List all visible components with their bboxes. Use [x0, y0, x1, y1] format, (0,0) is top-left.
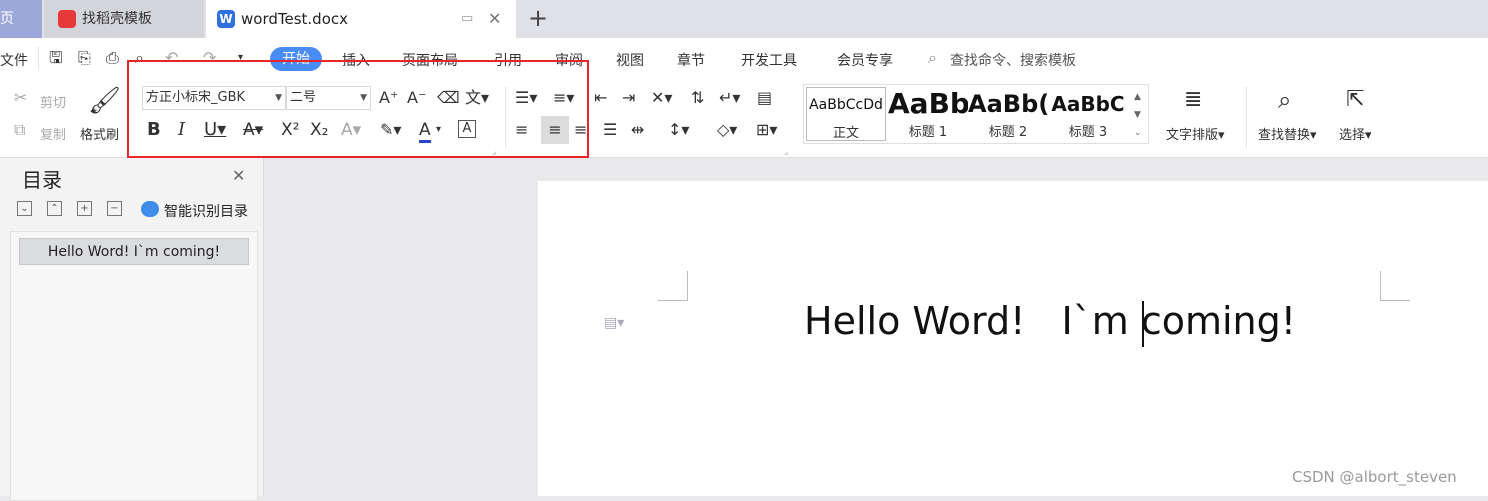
format-painter-icon[interactable]: 🖌	[88, 86, 121, 116]
chinese-layout-icon[interactable]: ✕▾	[651, 88, 672, 108]
style-heading-3-name: 标题 3	[1068, 125, 1108, 140]
tab-home[interactable]: 页	[0, 0, 42, 38]
document-text[interactable]: Hello Word! I`m coming!	[804, 299, 1296, 343]
toc-list: Hello Word! I`m coming!	[10, 231, 258, 501]
menu-divider	[38, 46, 39, 70]
toc-item[interactable]: Hello Word! I`m coming!	[19, 238, 249, 265]
menu-file[interactable]: 文件	[0, 50, 28, 70]
paragraph-handle-icon[interactable]: ▤▾	[604, 313, 624, 333]
line-spacing-icon[interactable]: ↕▾	[668, 120, 689, 140]
float-window-icon[interactable]: ▭	[461, 0, 473, 38]
style-heading-2[interactable]: AaBb( 标题 2	[968, 87, 1048, 143]
cut-icon[interactable]: ✂	[14, 88, 27, 108]
docer-logo-icon	[58, 10, 76, 28]
document-page[interactable]: ▤▾ Hello Word! I`m coming!	[538, 181, 1488, 496]
style-heading-2-sample: AaBb(	[968, 90, 1048, 118]
tab-home-label: 页	[0, 11, 14, 27]
close-tab-icon[interactable]: ✕	[488, 0, 501, 38]
find-replace-label[interactable]: 查找替换▾	[1258, 124, 1317, 143]
command-search[interactable]: 查找命令、搜索模板	[950, 50, 1076, 70]
search-icon: ⌕	[928, 48, 937, 67]
tab-templates-label: 找稻壳模板	[82, 11, 152, 27]
text-layout-text: 文字排版	[1166, 128, 1219, 143]
select-cursor-icon[interactable]: ⇱	[1346, 86, 1364, 114]
style-heading-3-sample: AaBbC	[1051, 92, 1125, 116]
watermark: CSDN @albort_steven	[1292, 468, 1457, 486]
decrease-indent-icon[interactable]: ⇤	[594, 88, 607, 108]
text-caret	[1142, 301, 1144, 347]
save-icon[interactable]: 🖫	[49, 48, 63, 68]
writer-doc-icon: W	[217, 10, 235, 28]
close-icon[interactable]: ✕	[232, 166, 245, 185]
menu-member[interactable]: 会员专享	[837, 50, 893, 70]
distributed-icon[interactable]: ⇹	[631, 120, 644, 140]
style-heading-1[interactable]: AaBb 标题 1	[888, 87, 968, 143]
print-icon[interactable]: ⎙	[106, 48, 119, 68]
style-heading-2-name: 标题 2	[988, 125, 1028, 140]
borders-icon[interactable]: ⊞▾	[756, 120, 777, 140]
select-label[interactable]: 选择▾	[1339, 124, 1372, 143]
format-painter-label[interactable]: 格式刷	[80, 124, 119, 143]
group-divider	[1246, 86, 1247, 148]
style-heading-3[interactable]: AaBbC 标题 3	[1048, 87, 1128, 143]
tab-templates[interactable]: 找稻壳模板	[44, 0, 204, 38]
sort-icon[interactable]: ⇅	[691, 88, 704, 108]
tab-bar: 页 找稻壳模板 W wordTest.docx ▭ ✕ +	[0, 0, 1488, 38]
style-normal[interactable]: AaBbCcDd 正文	[806, 87, 886, 141]
menu-view[interactable]: 视图	[616, 50, 644, 70]
style-heading-1-sample: AaBb	[888, 87, 968, 120]
style-heading-1-name: 标题 1	[908, 125, 948, 140]
copy-icon[interactable]: ⧉	[14, 120, 25, 140]
paragraph-dialog-launcher-icon[interactable]: ⌟	[784, 142, 788, 162]
add-level-icon[interactable]: +	[77, 201, 92, 216]
export-pdf-icon[interactable]: ⎘	[78, 48, 91, 68]
menu-devtools[interactable]: 开发工具	[741, 50, 797, 70]
style-normal-sample: AaBbCcDd	[809, 97, 883, 113]
cut-label[interactable]: 剪切	[40, 92, 66, 111]
margin-corner-top-left	[658, 271, 688, 301]
style-normal-name: 正文	[832, 126, 859, 141]
gallery-up-icon[interactable]: ▲	[1134, 87, 1141, 107]
tab-document-label: wordTest.docx	[241, 10, 348, 28]
styles-gallery: AaBbCcDd 正文 AaBb 标题 1 AaBb( 标题 2 AaBbC 标…	[803, 84, 1149, 144]
text-layout-icon[interactable]: ≣	[1184, 86, 1202, 114]
tab-document[interactable]: W wordTest.docx ▭ ✕	[206, 0, 516, 38]
copy-label[interactable]: 复制	[40, 124, 66, 143]
gallery-more-icon[interactable]: ⌄	[1134, 123, 1142, 143]
collapse-all-icon[interactable]: ⌄	[17, 201, 32, 216]
find-icon[interactable]: ⌕	[1278, 86, 1291, 114]
highlight-box	[127, 60, 589, 158]
find-replace-text: 查找替换	[1258, 128, 1311, 143]
remove-level-icon[interactable]: −	[107, 201, 122, 216]
shading-icon[interactable]: ◇▾	[717, 120, 737, 140]
text-layout-label[interactable]: 文字排版▾	[1166, 124, 1225, 143]
smart-toc-button[interactable]: 智能识别目录	[140, 201, 248, 221]
gallery-down-icon[interactable]: ▼	[1134, 105, 1141, 125]
increase-indent-icon[interactable]: ⇥	[622, 88, 635, 108]
margin-corner-top-right	[1380, 271, 1410, 301]
show-marks-icon[interactable]: ↵▾	[719, 88, 740, 108]
menu-chapter[interactable]: 章节	[677, 50, 705, 70]
new-tab-button[interactable]: +	[526, 6, 550, 30]
justify-icon[interactable]: ☰	[603, 120, 617, 140]
ruler-icon[interactable]: ▤	[757, 88, 772, 108]
select-text: 选择	[1339, 128, 1366, 143]
toc-title: 目录	[22, 168, 62, 192]
toc-panel: 目录 ✕ ⌄ ⌃ + − 智能识别目录 Hello Word! I`m comi…	[0, 158, 264, 501]
expand-all-icon[interactable]: ⌃	[47, 201, 62, 216]
